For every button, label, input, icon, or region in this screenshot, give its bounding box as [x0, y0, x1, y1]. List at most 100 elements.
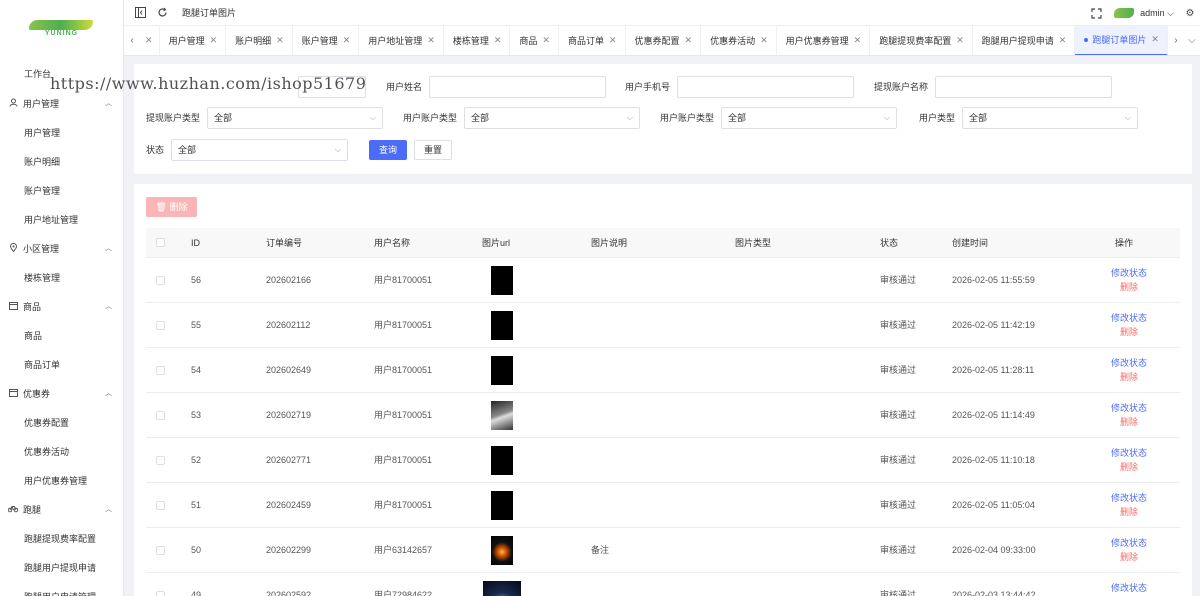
edit-status-link[interactable]: 修改状态	[1104, 311, 1154, 325]
tab-1[interactable]: 账户明细 ✕	[226, 26, 293, 55]
user-type-select[interactable]: 全部 ⌵	[962, 107, 1138, 129]
batch-delete-button[interactable]: 🗑 删除	[146, 197, 197, 217]
reset-button[interactable]: 重置	[414, 140, 452, 160]
sidebar-item-14[interactable]: 用户优惠券管理	[0, 469, 123, 491]
image-thumbnail[interactable]	[491, 356, 513, 385]
edit-status-link[interactable]: 修改状态	[1104, 446, 1154, 460]
close-icon[interactable]: ✕	[542, 35, 550, 46]
query-button[interactable]: 查询	[369, 140, 407, 160]
fullscreen-icon[interactable]	[1090, 7, 1102, 19]
row-checkbox[interactable]	[156, 411, 165, 420]
sidebar-item-3[interactable]: 账户明细	[0, 150, 123, 172]
edit-status-link[interactable]: 修改状态	[1104, 491, 1154, 505]
image-thumbnail[interactable]	[491, 491, 513, 520]
close-icon[interactable]: ✕	[685, 35, 693, 46]
gear-icon[interactable]: ⚙	[1184, 7, 1196, 19]
edit-status-link[interactable]: 修改状态	[1104, 581, 1154, 595]
user-menu[interactable]: admin ⌵	[1140, 8, 1174, 19]
row-checkbox[interactable]	[156, 276, 165, 285]
close-icon[interactable]: ✕	[494, 35, 502, 46]
close-icon[interactable]: ✕	[760, 35, 768, 46]
close-icon[interactable]: ✕	[1059, 35, 1067, 46]
cell-status: 审核通过	[880, 320, 917, 330]
account-name-input[interactable]	[935, 76, 1112, 98]
tab-8[interactable]: 优惠券活动 ✕	[701, 26, 777, 55]
sidebar-item-0[interactable]: 工作台	[0, 62, 123, 84]
sidebar-item-5[interactable]: 用户地址管理	[0, 208, 123, 230]
edit-status-link[interactable]: 修改状态	[1104, 356, 1154, 370]
delete-link[interactable]: 删除	[1104, 460, 1154, 474]
collapse-sidebar-icon[interactable]	[134, 7, 146, 19]
tab-11[interactable]: 跑腿用户提现申请 ✕	[973, 26, 1076, 55]
sidebar-group-11[interactable]: 优惠券 ︿	[0, 382, 123, 404]
close-icon[interactable]: ✕	[609, 35, 617, 46]
avatar[interactable]	[1114, 8, 1135, 18]
sidebar-group-15[interactable]: 跑腿 ︿	[0, 498, 123, 520]
close-icon[interactable]: ✕	[427, 35, 435, 46]
tab-12[interactable]: 跑腿订单图片 ✕	[1075, 26, 1168, 55]
row-checkbox[interactable]	[156, 366, 165, 375]
delete-link[interactable]: 删除	[1104, 505, 1154, 519]
tab-menu-chevron-icon[interactable]: ⌵	[1184, 26, 1200, 55]
tab-0[interactable]: 用户管理 ✕	[160, 26, 227, 55]
sidebar-item-17[interactable]: 跑腿用户提现申请	[0, 556, 123, 578]
delete-link[interactable]: 删除	[1104, 550, 1154, 564]
close-icon[interactable]: ✕	[343, 35, 351, 46]
sidebar-item-16[interactable]: 跑腿提现费率配置	[0, 527, 123, 549]
sidebar-item-12[interactable]: 优惠券配置	[0, 411, 123, 433]
user-account-type-select[interactable]: 全部 ⌵	[464, 107, 640, 129]
image-thumbnail[interactable]	[483, 581, 521, 596]
tab-scroll-left-icon[interactable]: ‹	[124, 26, 140, 55]
sidebar-group-8[interactable]: 商品 ︿	[0, 295, 123, 317]
image-thumbnail[interactable]	[491, 536, 513, 565]
close-icon[interactable]: ✕	[210, 35, 218, 46]
sidebar-group-6[interactable]: 小区管理 ︿	[0, 237, 123, 259]
close-icon[interactable]: ✕	[276, 35, 284, 46]
tab-2[interactable]: 账户管理 ✕	[293, 26, 360, 55]
user-phone-input[interactable]	[677, 76, 854, 98]
sidebar-group-1[interactable]: 用户管理 ︿	[0, 92, 123, 114]
tab-4[interactable]: 楼栋管理 ✕	[444, 26, 511, 55]
row-checkbox[interactable]	[156, 591, 165, 596]
row-checkbox[interactable]	[156, 456, 165, 465]
withdraw-account-type-select[interactable]: 全部 ⌵	[207, 107, 383, 129]
tab-6[interactable]: 商品订单 ✕	[559, 26, 626, 55]
delete-link[interactable]: 删除	[1104, 280, 1154, 294]
tab-close-partial[interactable]: ✕	[140, 26, 160, 55]
edit-status-link[interactable]: 修改状态	[1104, 401, 1154, 415]
image-thumbnail[interactable]	[491, 446, 513, 475]
tab-10[interactable]: 跑腿提现费率配置 ✕	[870, 26, 973, 55]
user-account-type2-select[interactable]: 全部 ⌵	[721, 107, 897, 129]
sidebar-item-13[interactable]: 优惠券活动	[0, 440, 123, 462]
row-checkbox[interactable]	[156, 546, 165, 555]
user-name-input[interactable]	[429, 76, 606, 98]
delete-link[interactable]: 删除	[1104, 415, 1154, 429]
row-checkbox[interactable]	[156, 321, 165, 330]
sidebar-item-10[interactable]: 商品订单	[0, 353, 123, 375]
delete-link[interactable]: 删除	[1104, 325, 1154, 339]
tab-scroll-right-icon[interactable]: ›	[1168, 26, 1184, 55]
sidebar-item-9[interactable]: 商品	[0, 324, 123, 346]
sidebar-item-7[interactable]: 楼栋管理	[0, 266, 123, 288]
edit-status-link[interactable]: 修改状态	[1104, 536, 1154, 550]
sidebar-item-18[interactable]: 跑腿用户申请管理	[0, 585, 123, 596]
image-thumbnail[interactable]	[491, 311, 513, 340]
select-all-checkbox[interactable]	[156, 238, 165, 247]
sidebar-item-2[interactable]: 用户管理	[0, 121, 123, 143]
image-thumbnail[interactable]	[491, 266, 513, 295]
tab-9[interactable]: 用户优惠券管理 ✕	[777, 26, 871, 55]
edit-status-link[interactable]: 修改状态	[1104, 266, 1154, 280]
tab-5[interactable]: 商品 ✕	[510, 26, 559, 55]
close-icon[interactable]: ✕	[854, 35, 862, 46]
refresh-icon[interactable]	[156, 7, 168, 19]
first-filter-input[interactable]	[298, 76, 366, 98]
close-icon[interactable]: ✕	[956, 35, 964, 46]
status-select[interactable]: 全部 ⌵	[171, 139, 348, 161]
sidebar-item-4[interactable]: 账户管理	[0, 179, 123, 201]
close-icon[interactable]: ✕	[1151, 34, 1159, 45]
tab-3[interactable]: 用户地址管理 ✕	[359, 26, 444, 55]
row-checkbox[interactable]	[156, 501, 165, 510]
image-thumbnail[interactable]	[491, 401, 513, 430]
tab-7[interactable]: 优惠券配置 ✕	[626, 26, 702, 55]
delete-link[interactable]: 删除	[1104, 370, 1154, 384]
